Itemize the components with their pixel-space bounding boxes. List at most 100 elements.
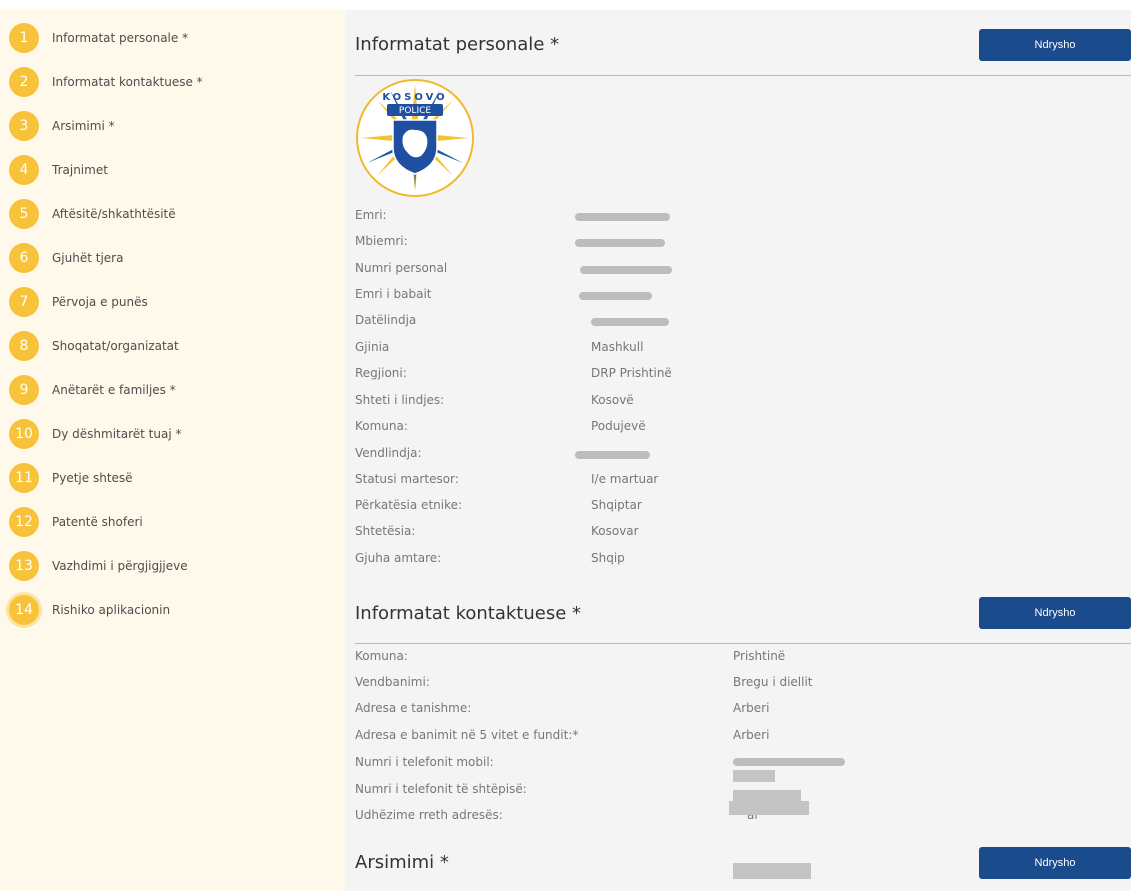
field-label: Adresa e banimit në 5 vitet e fundit:* [355, 728, 579, 742]
field-row: Gjinia Mashkull [355, 340, 1131, 360]
logo-top-text: KOSOVO [382, 92, 447, 103]
step-number-badge: 12 [9, 507, 39, 537]
field-value: Bregu i diellit [733, 675, 813, 689]
step-label: Pyetje shtesë [52, 471, 133, 485]
field-row: Komuna: Prishtinë [355, 649, 1131, 669]
step-number-badge: 14 [9, 595, 39, 625]
section-title-personal: Informatat personale * [355, 34, 560, 55]
field-row: Shtetësia: Kosovar [355, 524, 1131, 544]
step-number-badge: 1 [9, 23, 39, 53]
field-label: Regjioni: [355, 366, 407, 380]
field-row: Emri i babait [355, 287, 1131, 307]
step-label: Rishiko aplikacionin [52, 603, 171, 617]
step-aftesite[interactable]: 5 Aftësitë/shkathtësitë [9, 198, 176, 230]
kosovo-police-logo: POLICE KOSOVO [356, 79, 474, 197]
field-label: Adresa e tanishme: [355, 701, 472, 715]
field-label: Komuna: [355, 649, 408, 663]
field-value: Kosovar [591, 524, 639, 538]
edit-education-button[interactable]: Ndrysho [979, 847, 1131, 879]
field-label: Vendlindja: [355, 446, 422, 460]
field-label: Gjuha amtare: [355, 551, 442, 565]
field-value: Shqip [591, 551, 625, 565]
redacted-block [733, 863, 811, 879]
step-number-badge: 5 [9, 199, 39, 229]
field-label: Datëlindja [355, 313, 417, 327]
edit-contact-button[interactable]: Ndrysho [979, 597, 1131, 629]
redacted-block [733, 770, 775, 782]
redacted-block [729, 801, 809, 815]
field-row: Statusi martesor: I/e martuar [355, 472, 1131, 492]
redacted-value [733, 758, 845, 766]
redacted-value [575, 451, 650, 459]
step-label: Përvoja e punës [52, 295, 148, 309]
field-label: Përkatësia etnike: [355, 498, 463, 512]
field-row: Komuna: Podujevë [355, 419, 1131, 439]
review-main-panel: Informatat personale * Ndrysho POLICE KO… [345, 10, 1131, 891]
logo-band-text: POLICE [399, 106, 431, 116]
step-arsimimi[interactable]: 3 Arsimimi * [9, 110, 115, 142]
step-label: Patentë shoferi [52, 515, 143, 529]
step-label: Shoqatat/organizatat [52, 339, 179, 353]
step-shoqatat[interactable]: 8 Shoqatat/organizatat [9, 330, 179, 362]
step-informatat-kontaktuese[interactable]: 2 Informatat kontaktuese * [9, 66, 203, 98]
step-pervoja-e-punes[interactable]: 7 Përvoja e punës [9, 286, 148, 318]
step-anetaret-e-familjes[interactable]: 9 Anëtarët e familjes * [9, 374, 176, 406]
field-row: Mbiemri: [355, 234, 1131, 254]
redacted-value [580, 266, 672, 274]
step-number-badge: 3 [9, 111, 39, 141]
field-label: Statusi martesor: [355, 472, 459, 486]
step-label: Dy dëshmitarët tuaj * [52, 427, 182, 441]
field-label: Udhëzime rreth adresës: [355, 808, 503, 822]
edit-personal-button[interactable]: Ndrysho [979, 29, 1131, 61]
step-number-badge: 13 [9, 551, 39, 581]
redacted-value [579, 292, 652, 300]
step-deshmitaret[interactable]: 10 Dy dëshmitarët tuaj * [9, 418, 181, 450]
field-label: Numri i telefonit mobil: [355, 755, 494, 769]
step-label: Vazhdimi i përgjigjjeve [52, 559, 188, 573]
field-row: Vendlindja: [355, 446, 1131, 466]
redacted-value [591, 318, 669, 326]
steps-sidebar: 1 Informatat personale * 2 Informatat ko… [0, 10, 345, 891]
field-row: Përkatësia etnike: Shqiptar [355, 498, 1131, 518]
field-label: Emri i babait [355, 287, 432, 301]
step-gjuhet-tjera[interactable]: 6 Gjuhët tjera [9, 242, 123, 274]
application-frame: 1 Informatat personale * 2 Informatat ko… [0, 0, 1131, 891]
top-strip [0, 0, 1131, 10]
step-vazhdimi-i-pergjigjjeve[interactable]: 13 Vazhdimi i përgjigjjeve [9, 550, 188, 582]
step-label: Informatat personale * [52, 31, 189, 45]
step-label: Informatat kontaktuese * [52, 75, 203, 89]
step-informatat-personale[interactable]: 1 Informatat personale * [9, 22, 188, 54]
step-number-badge: 2 [9, 67, 39, 97]
step-label: Aftësitë/shkathtësitë [52, 207, 176, 221]
step-number-badge: 10 [9, 419, 39, 449]
redacted-value [575, 239, 665, 247]
section-title-education: Arsimimi * [355, 852, 449, 873]
step-patente-shoferi[interactable]: 12 Patentë shoferi [9, 506, 143, 538]
step-label: Anëtarët e familjes * [52, 383, 176, 397]
field-row: Datëlindja [355, 313, 1131, 333]
step-number-badge: 9 [9, 375, 39, 405]
step-number-badge: 4 [9, 155, 39, 185]
step-rishiko-aplikacionin[interactable]: 14 Rishiko aplikacionin [9, 594, 170, 626]
field-value: Arberi [733, 701, 770, 715]
field-label: Numri i telefonit të shtëpisë: [355, 782, 527, 796]
step-number-badge: 6 [9, 243, 39, 273]
section-divider [355, 75, 1131, 76]
field-value: DRP Prishtinë [591, 366, 672, 380]
step-pyetje-shtese[interactable]: 11 Pyetje shtesë [9, 462, 133, 494]
step-trajnimet[interactable]: 4 Trajnimet [9, 154, 108, 186]
step-number-badge: 7 [9, 287, 39, 317]
field-label: Shteti i lindjes: [355, 393, 445, 407]
field-label: Shtetësia: [355, 524, 416, 538]
section-divider [355, 643, 1131, 644]
field-label: Gjinia [355, 340, 390, 354]
field-value: Prishtinë [733, 649, 786, 663]
field-label: Komuna: [355, 419, 408, 433]
field-value: Kosovë [591, 393, 634, 407]
step-number-badge: 8 [9, 331, 39, 361]
field-label: Mbiemri: [355, 234, 408, 248]
field-row: Adresa e banimit në 5 vitet e fundit:* A… [355, 728, 1131, 748]
field-value: Shqiptar [591, 498, 642, 512]
step-label: Trajnimet [52, 163, 108, 177]
step-label: Gjuhët tjera [52, 251, 124, 265]
